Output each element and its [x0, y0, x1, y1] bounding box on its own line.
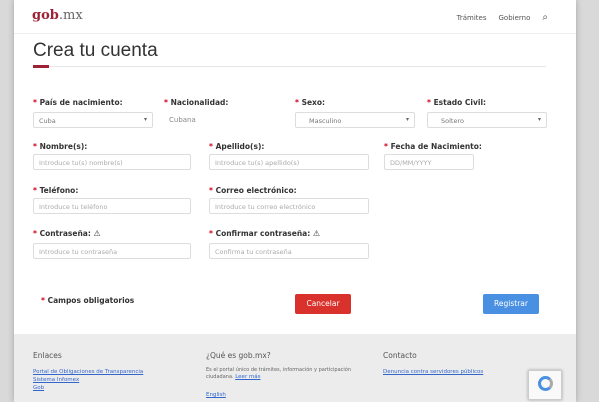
- footer-links-title: Enlaces: [33, 351, 62, 360]
- search-icon[interactable]: ⌕: [542, 12, 548, 23]
- site-footer: Enlaces Portal de Obligaciones de Transp…: [14, 334, 576, 402]
- email-input[interactable]: Introduce tu correo electrónico: [209, 198, 369, 214]
- top-navbar: gob.mx Trámites Gobierno ⌕: [14, 0, 576, 34]
- footer-about-text: Es el portal único de trámites, informac…: [206, 367, 351, 380]
- footer-about-title: ¿Qué es gob.mx?: [206, 351, 271, 360]
- birth-country-select[interactable]: Cuba ▾: [33, 112, 153, 128]
- recaptcha-icon: [538, 376, 553, 391]
- register-button[interactable]: Registrar: [483, 294, 539, 314]
- recaptcha-badge[interactable]: [528, 370, 562, 400]
- logo-suffix: .mx: [58, 8, 83, 23]
- civil-status-select[interactable]: Soltero ▾: [427, 112, 547, 128]
- warning-icon: ⚠: [93, 229, 101, 238]
- sex-select[interactable]: Masculino ▾: [295, 112, 415, 128]
- confirm-password-input[interactable]: Confirma tu contraseña: [209, 243, 369, 259]
- footer-link-gob[interactable]: Gob: [33, 385, 44, 391]
- footer-contact-link[interactable]: Denuncia contra servidores públicos: [383, 369, 483, 375]
- title-accent-bar: [33, 65, 49, 68]
- main-nav: Trámites Gobierno ⌕: [457, 12, 548, 23]
- sex-label: * Sexo:: [295, 98, 326, 107]
- footer-link-infomex[interactable]: Sistema Infomex: [33, 377, 79, 383]
- last-name-input[interactable]: Introduce tu(s) apellido(s): [209, 154, 369, 170]
- gob-mx-logo[interactable]: gob.mx: [32, 8, 83, 23]
- civil-status-label: * Estado Civil:: [427, 98, 487, 107]
- birth-country-label: * País de nacimiento:: [33, 98, 123, 107]
- title-divider: [33, 66, 546, 67]
- birth-date-label: * Fecha de Nacimiento:: [384, 142, 482, 151]
- warning-icon: ⚠: [312, 229, 321, 238]
- cancel-button[interactable]: Cancelar: [295, 294, 351, 314]
- first-name-input[interactable]: Introduce tu(s) nombre(s): [33, 154, 191, 170]
- first-name-label: * Nombre(s):: [33, 142, 88, 151]
- nav-gobierno-link[interactable]: Gobierno: [499, 14, 531, 22]
- footer-read-more-link[interactable]: Leer más: [235, 374, 260, 380]
- chevron-down-icon: ▾: [143, 116, 147, 123]
- password-input[interactable]: Introduce tu contraseña: [33, 243, 191, 259]
- email-label: * Correo electrónico:: [209, 186, 297, 195]
- nationality-value: Cubana: [169, 116, 196, 124]
- footer-english-link[interactable]: English: [206, 392, 226, 398]
- confirm-password-label: * Confirmar contraseña: ⚠: [209, 229, 321, 238]
- nav-tramites-link[interactable]: Trámites: [457, 14, 487, 22]
- nationality-label: * Nacionalidad:: [164, 98, 229, 107]
- birth-date-input[interactable]: DD/MM/YYYY: [384, 154, 474, 170]
- footer-contact-title: Contacto: [383, 351, 417, 360]
- chevron-down-icon: ▾: [405, 116, 409, 123]
- required-fields-note: * Campos obligatorios: [41, 296, 135, 305]
- last-name-label: * Apellido(s):: [209, 142, 265, 151]
- browser-frame: gob.mx Trámites Gobierno ⌕ Crea tu cuent…: [14, 0, 576, 402]
- phone-label: * Teléfono:: [33, 186, 79, 195]
- password-label: * Contraseña: ⚠: [33, 229, 101, 238]
- chevron-down-icon: ▾: [537, 116, 541, 123]
- phone-input[interactable]: Introduce tu teléfono: [33, 198, 191, 214]
- footer-link-transparencia[interactable]: Portal de Obligaciones de Transparencia: [33, 369, 143, 375]
- logo-main: gob: [32, 8, 59, 23]
- page-title: Crea tu cuenta: [33, 40, 158, 61]
